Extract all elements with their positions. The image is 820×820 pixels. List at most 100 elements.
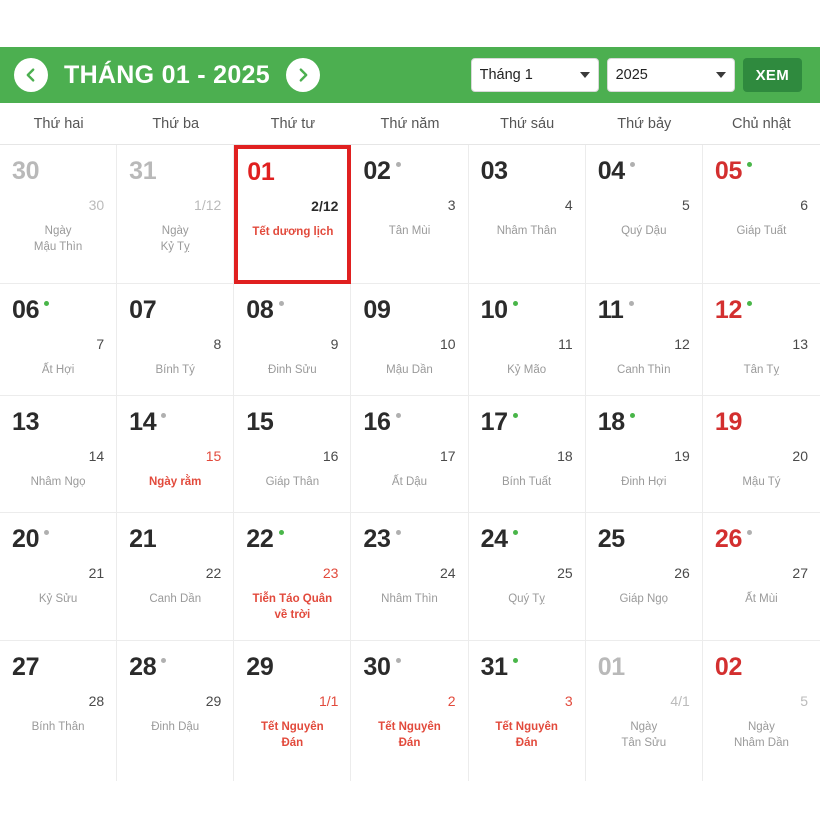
- day-number: 09: [363, 296, 391, 324]
- day-cell[interactable]: 11 12 Canh Thìn: [585, 284, 703, 396]
- day-number-row: 25: [598, 527, 690, 552]
- day-cell[interactable]: 27 28 Bính Thân: [0, 641, 118, 781]
- day-number-row: 10: [481, 298, 573, 323]
- weekday-label-0: Thứ hai: [33, 115, 84, 132]
- lunar-date: 8: [213, 336, 222, 352]
- day-cell[interactable]: 18 19 Đinh Hợi: [585, 396, 703, 513]
- day-note: Tiễn Táo Quân về trời: [252, 593, 333, 621]
- day-cell[interactable]: 09 10 Mậu Dần: [351, 284, 469, 396]
- day-number-row: 12: [715, 298, 808, 323]
- day-cell[interactable]: 01 2/12 Tết dương lịch: [234, 145, 352, 284]
- day-cell[interactable]: 17 18 Bính Tuất: [468, 396, 586, 513]
- day-cell[interactable]: 12 13 Tân Tỵ: [702, 284, 820, 396]
- day-cell[interactable]: 13 14 Nhâm Ngọ: [0, 396, 118, 513]
- lunar-date: 12: [674, 336, 690, 352]
- page-title: THÁNG 01 - 2025: [64, 60, 270, 89]
- day-cell[interactable]: 08 9 Đinh Sửu: [234, 284, 352, 396]
- day-marker-dot-icon: [630, 530, 635, 535]
- year-select[interactable]: 2025: [606, 58, 735, 92]
- weekday-label-4: Thứ sáu: [500, 115, 555, 132]
- lunar-date: 24: [439, 565, 456, 581]
- day-marker-dot-icon: [44, 530, 50, 535]
- day-number: 31: [480, 653, 509, 681]
- day-cell[interactable]: 15 16 Giáp Thân: [234, 396, 352, 513]
- day-note: Canh Thìn: [617, 364, 671, 376]
- day-note: Canh Dần: [149, 593, 202, 605]
- day-marker-dot-icon: [629, 413, 635, 418]
- day-cell[interactable]: 31 3 Tết Nguyên Đán: [468, 641, 586, 781]
- day-cell[interactable]: 26 27 Ất Mùi: [702, 513, 820, 641]
- day-note: Giáp Tuất: [736, 225, 787, 237]
- day-note: Ngày Mậu Thìn: [33, 225, 83, 253]
- day-cell[interactable]: 28 29 Đinh Dậu: [117, 641, 235, 781]
- day-note: Ngày rằm: [149, 476, 202, 488]
- day-marker-dot-icon: [512, 658, 518, 663]
- day-cell[interactable]: 20 21 Kỷ Sửu: [0, 513, 118, 641]
- day-cell[interactable]: 01 4/1 Ngày Tân Sửu: [585, 641, 703, 781]
- day-cell[interactable]: 07 8 Bính Tý: [117, 284, 235, 396]
- weekday-label-2: Thứ tư: [270, 115, 316, 132]
- day-cell[interactable]: 30 30 Ngày Mậu Thìn: [0, 145, 118, 284]
- day-marker-dot-icon: [44, 301, 50, 306]
- day-cell[interactable]: 04 5 Quý Dậu: [585, 145, 703, 284]
- day-cell[interactable]: 22 23 Tiễn Táo Quân về trời: [234, 513, 352, 641]
- day-cell[interactable]: 23 24 Nhâm Thìn: [351, 513, 469, 641]
- lunar-date: 15: [205, 448, 222, 464]
- lunar-date: 4/1: [670, 693, 690, 709]
- day-marker-dot-icon: [512, 413, 518, 418]
- day-number-row: 21: [129, 527, 221, 552]
- day-number-row: 20: [12, 527, 104, 552]
- day-number-row: 26: [715, 527, 808, 552]
- day-number-row: 29: [246, 655, 338, 680]
- day-note: Nhâm Ngọ: [30, 476, 86, 488]
- day-cell[interactable]: 21 22 Canh Dần: [117, 513, 235, 641]
- day-number: 04: [597, 157, 626, 185]
- lunar-date: 5: [682, 197, 690, 213]
- day-cell[interactable]: 06 7 Ất Hợi: [0, 284, 118, 396]
- day-cell[interactable]: 16 17 Ất Dậu: [351, 396, 469, 513]
- lunar-date: 20: [792, 448, 808, 464]
- weekday-label-6: Chủ nhật: [731, 115, 791, 132]
- day-cell[interactable]: 02 5 Ngày Nhâm Dần: [702, 641, 820, 781]
- lunar-date: 26: [674, 565, 690, 581]
- day-marker-dot-icon: [747, 658, 752, 663]
- day-number: 18: [597, 408, 626, 436]
- day-cell[interactable]: 29 1/1 Tết Nguyên Đán: [234, 641, 352, 781]
- day-note: Bính Thân: [31, 721, 85, 733]
- lunar-date: 1/12: [194, 197, 222, 213]
- day-number-row: 08: [246, 298, 338, 323]
- day-note: Kỷ Sửu: [38, 593, 78, 605]
- day-cell[interactable]: 05 6 Giáp Tuất: [702, 145, 820, 284]
- day-marker-dot-icon: [512, 301, 518, 306]
- day-cell[interactable]: 10 11 Kỷ Mão: [468, 284, 586, 396]
- day-cell[interactable]: 19 20 Mậu Tý: [702, 396, 820, 513]
- day-number: 27: [12, 653, 40, 681]
- month-select[interactable]: Tháng 1: [470, 58, 599, 92]
- day-marker-dot-icon: [278, 530, 284, 535]
- day-number: 23: [363, 525, 391, 553]
- day-number: 22: [246, 525, 274, 553]
- day-number-row: 27: [12, 655, 104, 680]
- day-cell[interactable]: 03 4 Nhâm Thân: [468, 145, 586, 284]
- day-marker-dot-icon: [161, 413, 167, 418]
- lunar-date: 1/1: [318, 693, 339, 709]
- day-marker-dot-icon: [395, 162, 401, 167]
- view-button[interactable]: XEM: [742, 58, 802, 92]
- lunar-date: 19: [674, 448, 690, 464]
- day-note: Tết dương lịch: [252, 226, 334, 238]
- day-cell[interactable]: 02 3 Tân Mùi: [351, 145, 469, 284]
- day-number-row: 24: [481, 527, 573, 552]
- day-cell[interactable]: 31 1/12 Ngày Kỷ Tỵ: [117, 145, 235, 284]
- next-month-button[interactable]: [285, 58, 320, 92]
- month-select-value: Tháng 1: [479, 67, 533, 83]
- day-marker-dot-icon: [747, 162, 753, 167]
- day-cell[interactable]: 14 15 Ngày rằm: [117, 396, 235, 513]
- day-number: 24: [480, 525, 509, 553]
- day-cell[interactable]: 30 2 Tết Nguyên Đán: [351, 641, 469, 781]
- prev-month-button[interactable]: [14, 58, 48, 92]
- day-number-row: 15: [246, 410, 338, 435]
- lunar-date: 11: [558, 336, 573, 352]
- day-marker-dot-icon: [280, 163, 285, 168]
- day-cell[interactable]: 25 26 Giáp Ngọ: [585, 513, 703, 641]
- day-cell[interactable]: 24 25 Quý Tỵ: [468, 513, 586, 641]
